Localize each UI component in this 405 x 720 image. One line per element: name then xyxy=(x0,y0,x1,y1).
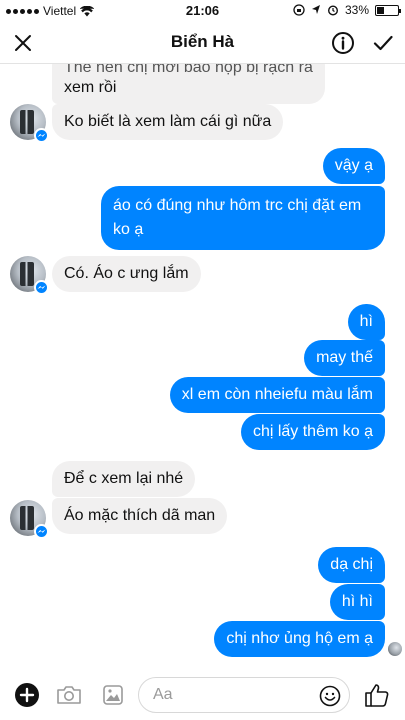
message-bubble-incoming[interactable]: Có. Áo c ưng lắm xyxy=(52,256,201,292)
avatar[interactable] xyxy=(10,500,49,539)
done-button[interactable] xyxy=(368,28,398,58)
avatar-photo xyxy=(20,262,34,286)
message-bubble-outgoing[interactable]: áo có đúng như hôm trc chị đặt em ko ạ xyxy=(101,186,385,250)
composer-bar: Aa xyxy=(0,670,405,720)
message-bubble-outgoing[interactable]: xl em còn nheiefu màu lắm xyxy=(169,377,385,413)
camera-button[interactable] xyxy=(54,680,84,710)
emoji-button[interactable] xyxy=(317,683,343,709)
info-icon xyxy=(332,32,354,54)
message-text: xem rồi xyxy=(64,79,117,96)
message-text: Thế nên chị mới bảo hộp bị rạch rá xyxy=(64,64,313,76)
info-button[interactable] xyxy=(328,28,358,58)
message-bubble-outgoing[interactable]: may thế xyxy=(304,340,385,376)
message-bubble-incoming[interactable]: Áo mặc thích dã man xyxy=(52,498,228,534)
message-bubble-incoming[interactable]: Ko biết là xem làm cái gì nữa xyxy=(52,104,284,140)
message-bubble-outgoing[interactable]: vậy ạ xyxy=(322,148,385,184)
chat-header: Biển Hà xyxy=(0,22,405,64)
lock-rotation-icon xyxy=(293,4,305,16)
status-bar: Viettel 21:06 33% xyxy=(0,0,405,22)
image-icon xyxy=(103,685,123,705)
gallery-button[interactable] xyxy=(98,680,128,710)
message-bubble-outgoing[interactable]: dạ chị xyxy=(318,547,385,583)
battery-icon xyxy=(375,4,401,16)
messenger-badge-icon xyxy=(34,128,49,143)
message-bubble-outgoing[interactable]: chị nhơ ủng hộ em ạ xyxy=(214,621,385,657)
message-list[interactable]: Thế nên chị mới bảo hộp bị rạch rá xem r… xyxy=(0,64,405,670)
message-input-placeholder: Aa xyxy=(153,686,173,703)
emoji-icon xyxy=(319,685,341,707)
message-bubble-outgoing[interactable]: hì hì xyxy=(329,584,385,620)
like-icon xyxy=(365,684,389,707)
message-text: ko ạ xyxy=(113,221,144,238)
message-bubble-incoming[interactable]: Thế nên chị mới bảo hộp bị rạch rá xem r… xyxy=(52,64,325,104)
avatar[interactable] xyxy=(10,104,49,143)
messenger-badge-icon xyxy=(34,280,49,295)
location-icon xyxy=(311,5,320,14)
seen-avatar xyxy=(388,642,402,656)
message-text: áo có đúng như hôm trc chị đặt em xyxy=(113,197,362,214)
message-input[interactable]: Aa xyxy=(138,677,350,713)
camera-icon xyxy=(57,686,81,704)
battery-percent: 33% xyxy=(344,3,369,17)
avatar-photo xyxy=(20,110,34,134)
status-right: 33% xyxy=(293,3,401,17)
avatar[interactable] xyxy=(10,256,49,295)
plus-icon xyxy=(15,683,39,707)
message-bubble-incoming[interactable]: Để c xem lại nhé xyxy=(52,461,196,497)
avatar-photo xyxy=(20,506,34,530)
messenger-badge-icon xyxy=(34,524,49,539)
more-actions-button[interactable] xyxy=(12,680,42,710)
checkmark-icon xyxy=(373,35,393,51)
like-button[interactable] xyxy=(362,680,392,710)
alarm-icon xyxy=(327,5,338,16)
message-bubble-outgoing[interactable]: chị lấy thêm ko ạ xyxy=(240,414,385,450)
message-bubble-outgoing[interactable]: hì xyxy=(347,304,385,340)
